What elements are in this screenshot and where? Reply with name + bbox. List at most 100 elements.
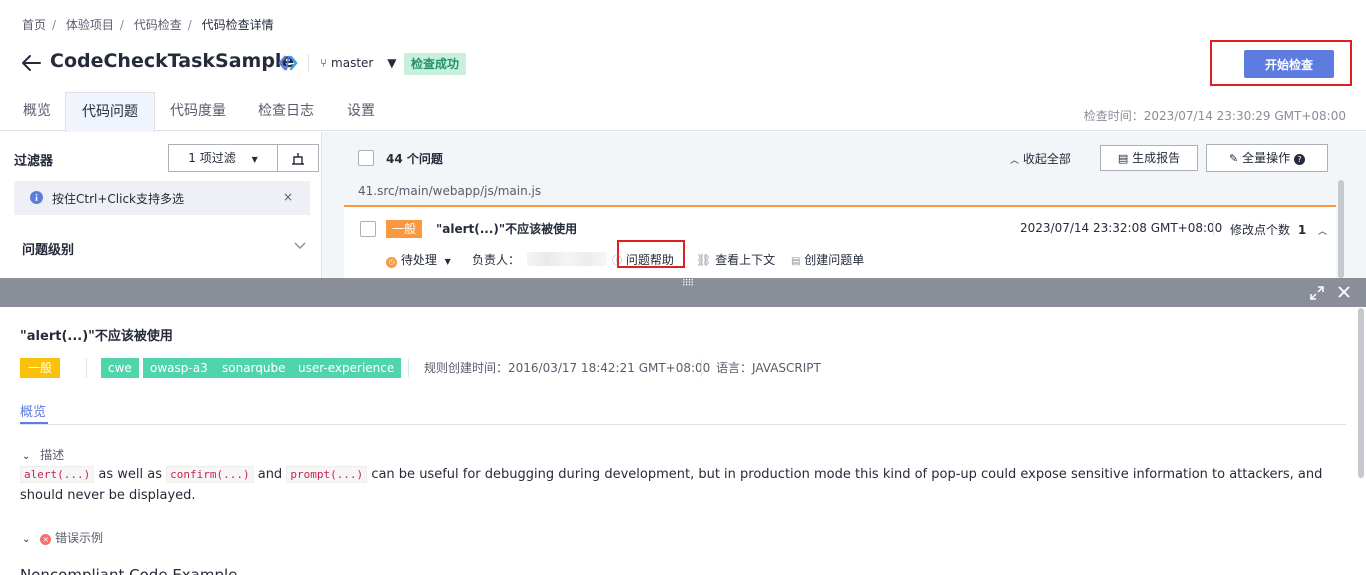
divider [408, 359, 409, 377]
branch-icon: ⑂ [320, 56, 328, 70]
collapse-all-button[interactable]: ︿ 收起全部 [1010, 150, 1071, 167]
code-snippet: alert(...) [20, 466, 95, 483]
code-snippet: prompt(...) [286, 466, 368, 483]
view-context-label: 查看上下文 [715, 253, 776, 267]
info-icon [30, 191, 43, 204]
modification-count: 修改点个数 1 ︿ [1230, 221, 1327, 238]
description-heading: 描述 [40, 448, 65, 462]
issue-count: 44 个问题 [386, 152, 443, 166]
rule-language: 语言：JAVASCRIPT [716, 361, 821, 375]
help-icon: ? [1293, 154, 1305, 165]
rule-tag: cwe [101, 358, 139, 378]
check-time: 检查时间：2023/07/14 23:30:29 GMT+08:00 [1083, 109, 1346, 123]
bulk-operations-label: 全量操作 [1242, 151, 1291, 165]
description-text: alert(...) as well as confirm(...) and p… [20, 464, 1346, 506]
issue-help-label: 问题帮助 [625, 253, 674, 267]
rule-tag: sonarqube [215, 358, 293, 378]
severity-badge: 一般 [386, 220, 423, 238]
issue-time: 2023/07/14 23:32:08 GMT+08:00 [1020, 221, 1223, 235]
report-icon: ▤ [1117, 152, 1129, 165]
breadcrumb-project[interactable]: 体验项目 [66, 18, 114, 32]
create-issue-link[interactable]: ▤ 创建问题单 [791, 251, 864, 268]
error-example-heading: 错误示例 [55, 531, 104, 545]
issue-detail-drawer [0, 307, 1366, 575]
issue-checkbox[interactable] [360, 221, 376, 237]
breadcrumb-sep: / [119, 18, 124, 32]
tab-overview[interactable]: 概览 [12, 92, 62, 131]
tab-detail-overview[interactable]: 概览 [20, 401, 46, 420]
severity-badge: 一般 [20, 358, 61, 378]
select-all-checkbox[interactable] [358, 150, 374, 166]
error-example-section-toggle[interactable]: ⌄ × 错误示例 [22, 529, 103, 546]
link-icon: ⛓ [696, 253, 712, 267]
description-fragment: as well as [94, 467, 167, 482]
noncompliant-heading: Noncompliant Code Example [20, 566, 238, 575]
breadcrumb-codecheck[interactable]: 代码检查 [134, 18, 182, 32]
scrollbar[interactable] [1338, 180, 1344, 278]
chevron-down-icon[interactable] [294, 242, 306, 250]
breadcrumb: 首页 / 体验项目 / 代码检查 / 代码检查详情 [22, 16, 280, 33]
filter-title: 过滤器 [14, 154, 54, 169]
tab-code-issues[interactable]: 代码问题 [65, 92, 155, 132]
description-section-toggle[interactable]: ⌄ 描述 [22, 446, 64, 463]
tip-text: 按住Ctrl+Click支持多选 [52, 192, 185, 206]
assignee-name-blurred [527, 252, 607, 266]
scrollbar[interactable] [1358, 308, 1364, 478]
collapse-all-label: 收起全部 [1022, 152, 1071, 166]
breadcrumb-sep: / [52, 18, 57, 32]
document-icon: ▤ [791, 256, 801, 267]
tab-code-metrics[interactable]: 代码度量 [160, 92, 236, 131]
close-icon[interactable]: × [283, 190, 293, 204]
start-check-button[interactable]: 开始检查 [1244, 50, 1334, 78]
generate-report-label: 生成报告 [1132, 151, 1181, 165]
edit-icon: ✎ [1229, 152, 1239, 165]
issue-help-link[interactable]: ⓘ 问题帮助 [612, 251, 674, 268]
branch-selector[interactable]: ⑂ master ▼ [320, 56, 396, 70]
divider [86, 358, 87, 378]
code-repo-icon[interactable] [278, 53, 298, 73]
rule-created-time: 规则创建时间：2016/03/17 18:42:21 GMT+08:00 [424, 361, 711, 375]
drawer-title: "alert(...)"不应该被使用 [20, 329, 173, 344]
branch-name: master [331, 56, 374, 70]
chevron-up-icon: ︿ [1010, 156, 1020, 166]
divider [308, 54, 309, 72]
status-label: 待处理 [400, 253, 437, 267]
issue-title[interactable]: "alert(...)"不应该被使用 [436, 220, 577, 237]
description-fragment: and [253, 467, 287, 482]
mod-count-label: 修改点个数 [1230, 223, 1291, 237]
status-badge: 检查成功 [404, 53, 467, 75]
code-snippet: confirm(...) [166, 466, 254, 483]
expand-icon[interactable] [1310, 286, 1324, 300]
divider [701, 359, 702, 377]
filter-dropdown-label: 1 项过滤 [188, 151, 236, 165]
filter-dropdown[interactable]: 1 项过滤 ▼ [168, 144, 278, 172]
page-title: CodeCheckTaskSample [50, 50, 295, 72]
view-context-link[interactable]: ⛓ 查看上下文 [696, 251, 775, 268]
bulk-operations-button[interactable]: ✎ 全量操作 ? [1206, 144, 1328, 172]
mod-count-value: 1 [1297, 223, 1307, 237]
tab-baseline [20, 424, 1346, 425]
chevron-up-icon[interactable]: ︿ [1318, 227, 1327, 237]
caret-down-icon: ▼ [387, 56, 397, 70]
status-dropdown[interactable]: ◷ 待处理 ▼ [386, 251, 451, 268]
rule-tag: user-experience [291, 358, 402, 378]
chevron-down-icon: ⌄ [22, 451, 31, 462]
drag-handle-icon[interactable]: ⠿⠿ [682, 279, 694, 289]
breadcrumb-home[interactable]: 首页 [22, 18, 46, 32]
filter-layout-button[interactable] [277, 144, 319, 172]
chevron-down-icon: ⌄ [22, 534, 31, 545]
file-path: 41.src/main/webapp/js/main.js [358, 184, 542, 198]
rule-tag: owasp-a3 [143, 358, 215, 378]
pending-icon: ◷ [386, 257, 397, 268]
level-filter-label[interactable]: 问题级别 [22, 239, 74, 258]
divider [1213, 221, 1214, 235]
breadcrumb-current: 代码检查详情 [201, 18, 274, 32]
back-arrow-icon[interactable] [20, 52, 42, 74]
generate-report-button[interactable]: ▤ 生成报告 [1100, 145, 1198, 171]
tab-check-logs[interactable]: 检查日志 [248, 92, 324, 131]
close-icon[interactable] [1338, 286, 1350, 298]
help-icon: ⓘ [612, 256, 622, 267]
assignee-label: 负责人： [472, 253, 521, 267]
tab-settings[interactable]: 设置 [336, 92, 386, 131]
create-issue-label: 创建问题单 [804, 253, 865, 267]
